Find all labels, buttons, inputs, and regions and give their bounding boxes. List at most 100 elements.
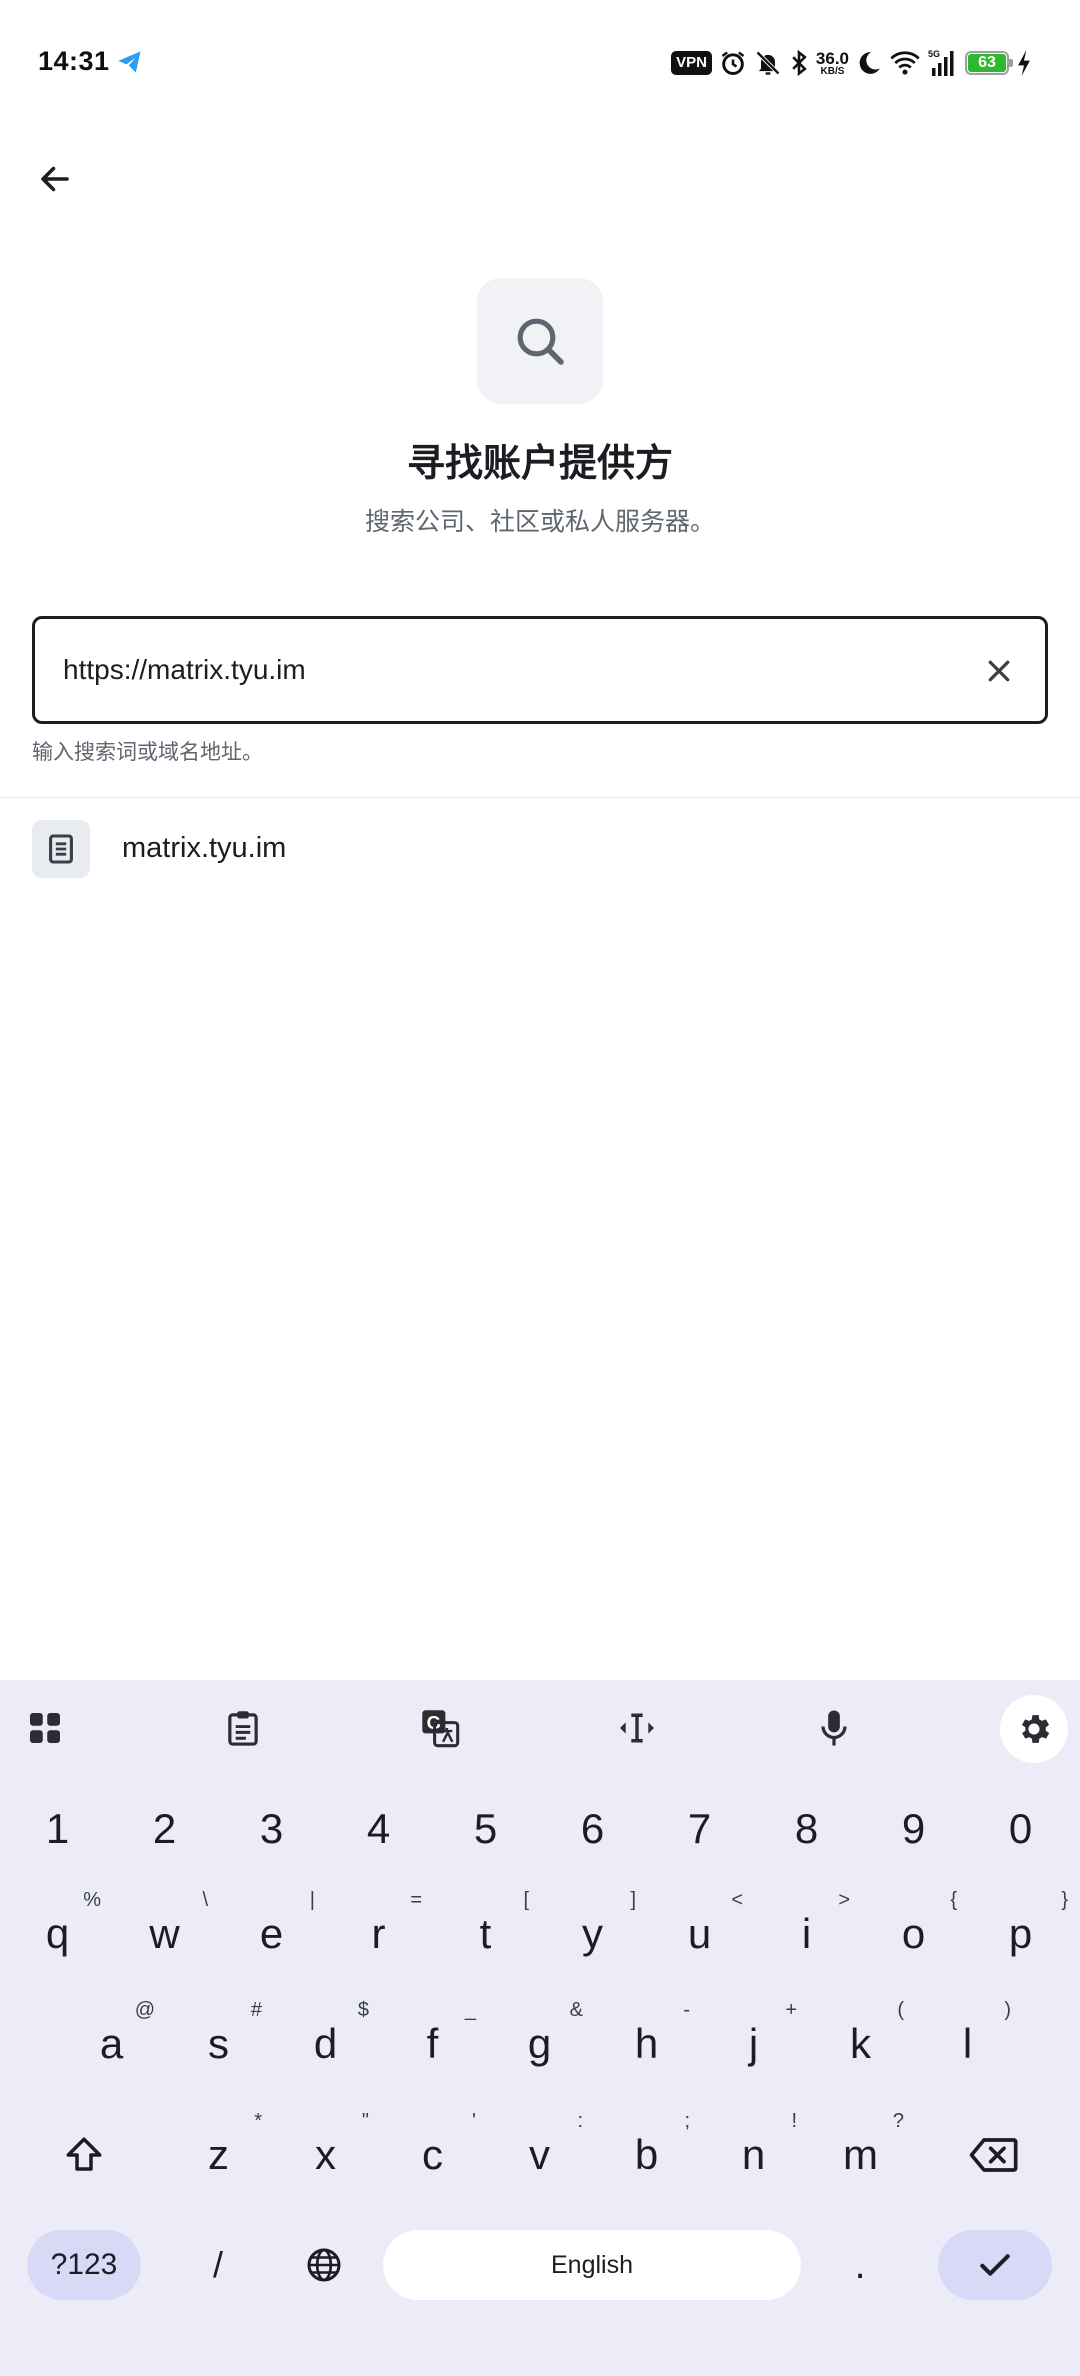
key-3[interactable]: 3 [218,1780,325,1878]
soft-keyboard: G 1 2 3 4 5 6 7 8 9 0 q % w \ e | r = t … [0,1680,1080,2376]
telegram-notification-icon [116,48,144,76]
page-subtitle: 搜索公司、社区或私人服务器。 [364,508,715,536]
language-key[interactable] [276,2225,372,2305]
key-n[interactable]: n! [700,2106,807,2204]
server-result-item[interactable]: matrix.tyu.im [0,808,1080,890]
key-n-hint: ! [791,2110,797,2132]
key-m-hint: ? [892,2110,904,2132]
server-search-field[interactable] [32,616,1048,724]
back-button[interactable] [28,152,82,206]
key-8[interactable]: 8 [753,1780,860,1878]
key-v-hint: : [577,2110,583,2132]
status-bar: 14:31 VPN 36.0 KB/S 5G 63 [0,0,1080,128]
apps-grid-button[interactable] [17,1700,73,1756]
key-y[interactable]: y] [539,1885,646,1983]
slash-key[interactable]: / [170,2225,266,2305]
backspace-key[interactable] [938,2106,1050,2204]
key-c-hint: ' [472,2110,476,2132]
apps-grid-icon [30,1713,60,1743]
key-b[interactable]: b; [593,2106,700,2204]
period-key[interactable]: . [812,2225,908,2305]
server-icon-box [32,820,90,878]
key-t[interactable]: t[ [432,1885,539,1983]
key-f[interactable]: f _ [379,1995,486,2093]
key-i-hint: > [838,1889,850,1911]
key-d[interactable]: d $ [272,1995,379,2093]
key-o-hint: { [950,1889,957,1911]
key-m[interactable]: m? [807,2106,914,2204]
status-time: 14:31 [38,46,110,76]
search-helper-text: 输入搜索词或域名地址。 [32,741,263,764]
key-o[interactable]: o{ [860,1885,967,1983]
key-a-hint: @ [134,1999,155,2021]
key-x-hint: " [361,2110,369,2132]
status-icons: VPN 36.0 KB/S 5G 63 [671,46,1032,80]
key-l[interactable]: l) [914,1995,1021,2093]
search-badge [477,278,603,404]
cellular-signal-icon: 5G [928,48,958,78]
shift-key[interactable] [28,2106,140,2204]
page-title: 寻找账户提供方 [406,443,673,485]
key-r[interactable]: r = [325,1885,432,1983]
translate-button[interactable]: G [412,1700,468,1756]
key-j-hint: + [785,1999,797,2021]
do-not-disturb-moon-icon [856,50,882,76]
key-e[interactable]: e | [218,1885,325,1983]
cursor-control-button[interactable] [609,1700,665,1756]
key-g-hint: & [569,1999,583,2021]
key-x[interactable]: x " [272,2106,379,2204]
key-a[interactable]: a @ [58,1995,165,2093]
clipboard-button[interactable] [215,1700,271,1756]
key-w-hint: \ [202,1889,208,1911]
network-speed-value: 36.0 [815,48,849,68]
server-result-label: matrix.tyu.im [122,832,287,864]
key-r-hint: = [410,1889,422,1911]
key-b-hint: ; [684,2110,690,2132]
key-1[interactable]: 1 [4,1780,111,1878]
key-h-hint: - [683,1999,690,2021]
key-h[interactable]: h- [593,1995,700,2093]
clear-input-button[interactable] [979,651,1019,691]
key-k-hint: ( [897,1999,904,2021]
shift-icon [66,2137,102,2171]
done-key[interactable] [938,2230,1052,2300]
space-key[interactable]: English [383,2230,801,2300]
divider [0,797,1080,798]
key-5[interactable]: 5 [432,1780,539,1878]
key-p[interactable]: p} [967,1885,1074,1983]
key-z-hint: * [254,2110,262,2132]
key-w[interactable]: w \ [111,1885,218,1983]
key-q-hint: % [83,1889,101,1911]
keyboard-settings-button[interactable] [1000,1695,1068,1763]
key-q[interactable]: q% [4,1885,111,1983]
key-g[interactable]: g & [486,1995,593,2093]
close-icon [988,660,1010,682]
key-u[interactable]: u < [646,1885,753,1983]
key-j[interactable]: j + [700,1995,807,2093]
key-s[interactable]: s # [165,1995,272,2093]
key-f-hint: _ [464,1999,476,2021]
key-c[interactable]: c ' [379,2106,486,2204]
microphone-icon [821,1710,847,1746]
mute-bell-icon [754,49,782,77]
network-type-label: 5G [928,49,940,59]
key-v[interactable]: v: [486,2106,593,2204]
key-d-hint: $ [357,1999,369,2021]
key-6[interactable]: 6 [539,1780,646,1878]
key-4[interactable]: 4 [325,1780,432,1878]
key-9[interactable]: 9 [860,1780,967,1878]
key-y-hint: ] [630,1889,636,1911]
search-icon [517,318,564,365]
voice-input-button[interactable] [806,1700,862,1756]
key-k[interactable]: k( [807,1995,914,2093]
symbols-key[interactable]: ?123 [27,2230,141,2300]
globe-icon [307,2248,341,2282]
translate-icon: G [422,1710,460,1748]
server-search-input[interactable] [63,619,963,721]
alarm-icon [719,49,747,77]
key-0[interactable]: 0 [967,1780,1074,1878]
key-2[interactable]: 2 [111,1780,218,1878]
key-z[interactable]: z * [165,2106,272,2204]
key-7[interactable]: 7 [646,1780,753,1878]
key-i[interactable]: i > [753,1885,860,1983]
